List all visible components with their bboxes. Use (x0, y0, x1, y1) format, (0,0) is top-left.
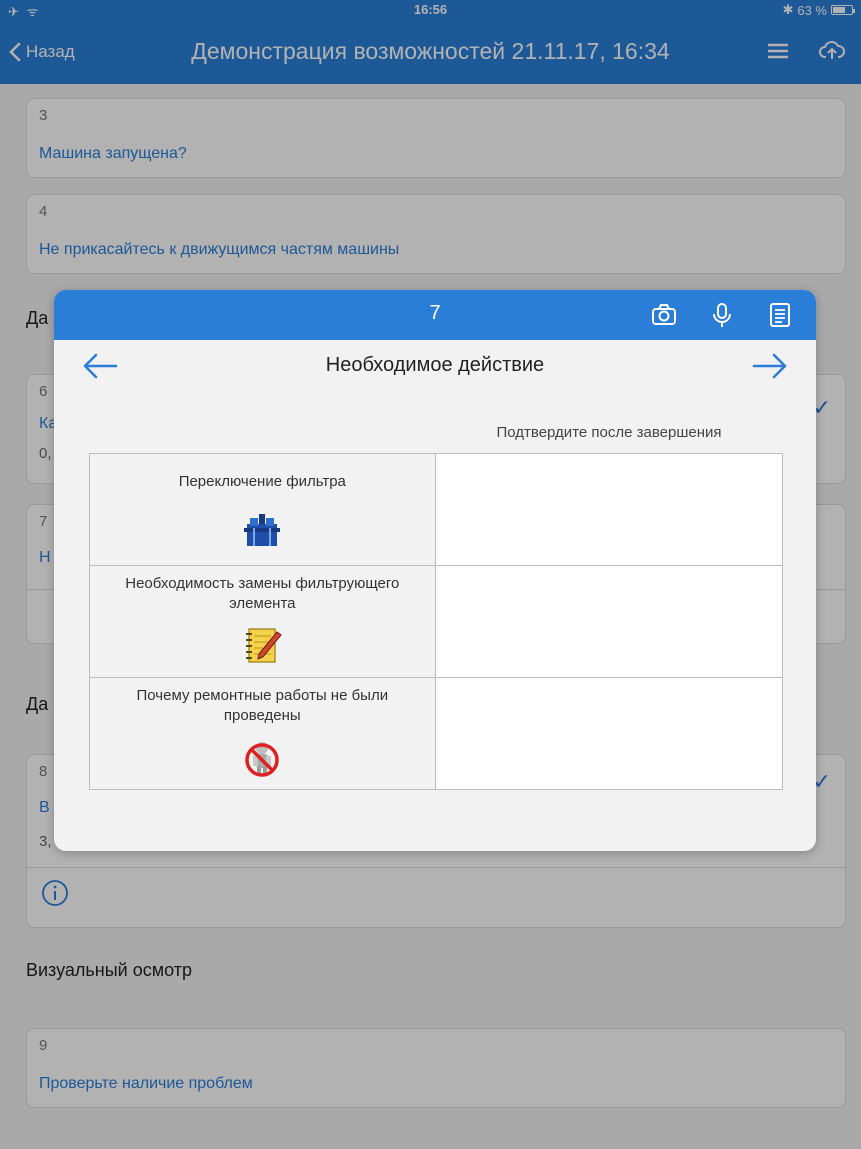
table-row: Необходимость замены фильтрующего элемен… (89, 565, 784, 678)
confirmation-cell[interactable] (434, 453, 784, 566)
notepad-icon (246, 628, 283, 663)
row-label: Необходимость замены фильтрующего элемен… (125, 575, 400, 612)
column-header: Подтвердите после завершения (496, 424, 722, 441)
camera-icon[interactable] (650, 301, 678, 329)
confirmation-cell[interactable] (434, 677, 784, 790)
action-dialog: 7 Необходимое действие Подтвердите после… (54, 290, 816, 851)
row-label-cell: Почему ремонтные работы не были проведен… (89, 677, 436, 790)
microphone-icon[interactable] (708, 301, 736, 329)
confirmation-cell[interactable] (434, 565, 784, 678)
row-label-cell: Переключение фильтра (89, 453, 436, 566)
table-row: Почему ремонтные работы не были проведен… (89, 677, 784, 790)
dialog-header: 7 (54, 290, 816, 340)
row-label: Переключение фильтра (178, 473, 346, 490)
row-label-cell: Необходимость замены фильтрующего элемен… (89, 565, 436, 678)
row-label: Почему ремонтные работы не были проведен… (136, 687, 389, 724)
table-row: Переключение фильтра (89, 453, 784, 566)
filter-icon (244, 514, 281, 546)
prohibited-worker-icon (245, 742, 280, 777)
dialog-title: Необходимое действие (325, 354, 545, 376)
arrow-right-icon[interactable] (752, 352, 788, 380)
notes-icon[interactable] (766, 301, 794, 329)
action-table: Переключение фильтра Необходимость замен… (89, 453, 784, 790)
